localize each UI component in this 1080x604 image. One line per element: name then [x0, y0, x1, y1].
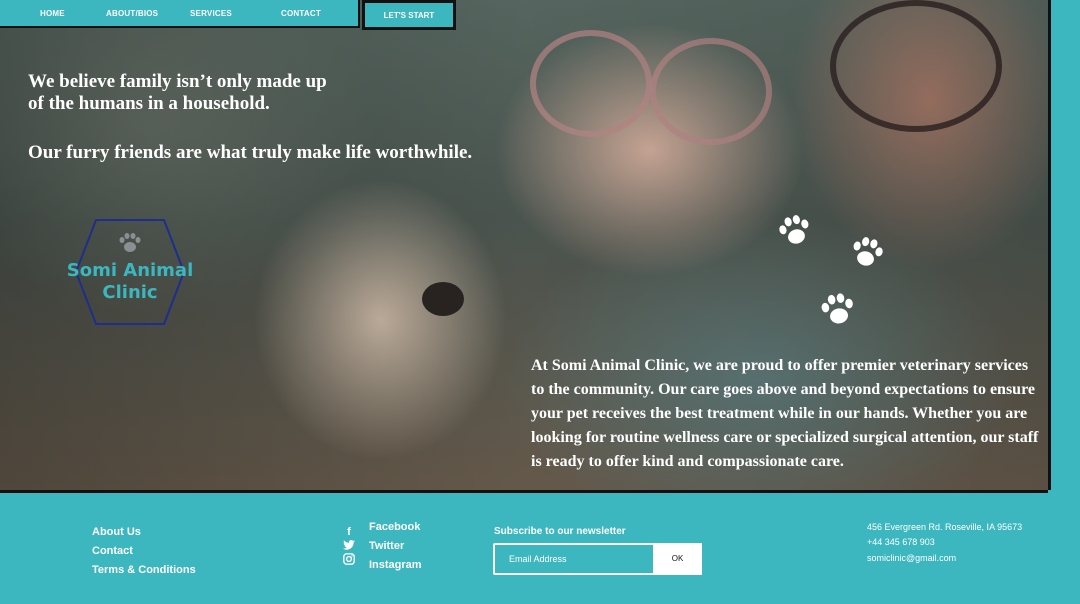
instagram-icon[interactable]: [343, 553, 355, 565]
newsletter-submit-button[interactable]: OK: [653, 543, 702, 575]
clinic-logo[interactable]: Somi Animal Clinic: [62, 218, 198, 326]
footer-link-contact[interactable]: Contact: [92, 545, 133, 557]
logo-line-1: Somi Animal: [66, 260, 194, 281]
hero-body-text: At Somi Animal Clinic, we are proud to o…: [531, 357, 1039, 470]
hero-headline: We believe family isn’t only made up of …: [28, 71, 472, 164]
contact-address: 456 Evergreen Rd. Roseville, IA 95673: [867, 522, 1023, 532]
contact-phone: +44 345 678 903: [867, 537, 935, 547]
social-instagram[interactable]: Instagram: [369, 559, 422, 571]
hero-divider: [0, 490, 1048, 493]
contact-email[interactable]: somiclinic@gmail.com: [867, 553, 956, 563]
newsletter-form: OK: [493, 543, 702, 575]
main-nav: HOME ABOUT/BIOS SERVICES CONTACT: [0, 0, 360, 28]
paw-print-icon: [821, 293, 853, 324]
headline-line-1: We believe family isn’t only made up: [28, 71, 327, 92]
logo-text: Somi Animal Clinic: [62, 260, 198, 304]
nav-home[interactable]: HOME: [40, 9, 65, 18]
right-accent-strip: [1048, 0, 1080, 490]
nav-services[interactable]: SERVICES: [190, 9, 232, 18]
nav-contact[interactable]: CONTACT: [281, 9, 321, 18]
twitter-icon[interactable]: [343, 540, 355, 550]
social-twitter[interactable]: Twitter: [369, 540, 404, 552]
footer-link-about[interactable]: About Us: [92, 526, 141, 538]
social-facebook[interactable]: Facebook: [369, 521, 420, 533]
paw-icon: [119, 233, 141, 252]
lets-start-button[interactable]: LET'S START: [362, 0, 456, 30]
footer-link-terms[interactable]: Terms & Conditions: [92, 564, 196, 576]
newsletter-label: Subscribe to our newsletter: [494, 526, 626, 537]
email-input[interactable]: [495, 545, 653, 573]
facebook-icon[interactable]: f: [343, 526, 355, 538]
headline-line-3: Our furry friends are what truly make li…: [28, 142, 473, 163]
nav-about[interactable]: ABOUT/BIOS: [106, 9, 158, 18]
logo-line-2: Clinic: [102, 282, 158, 303]
headline-line-2: of the humans in a household.: [28, 93, 270, 114]
